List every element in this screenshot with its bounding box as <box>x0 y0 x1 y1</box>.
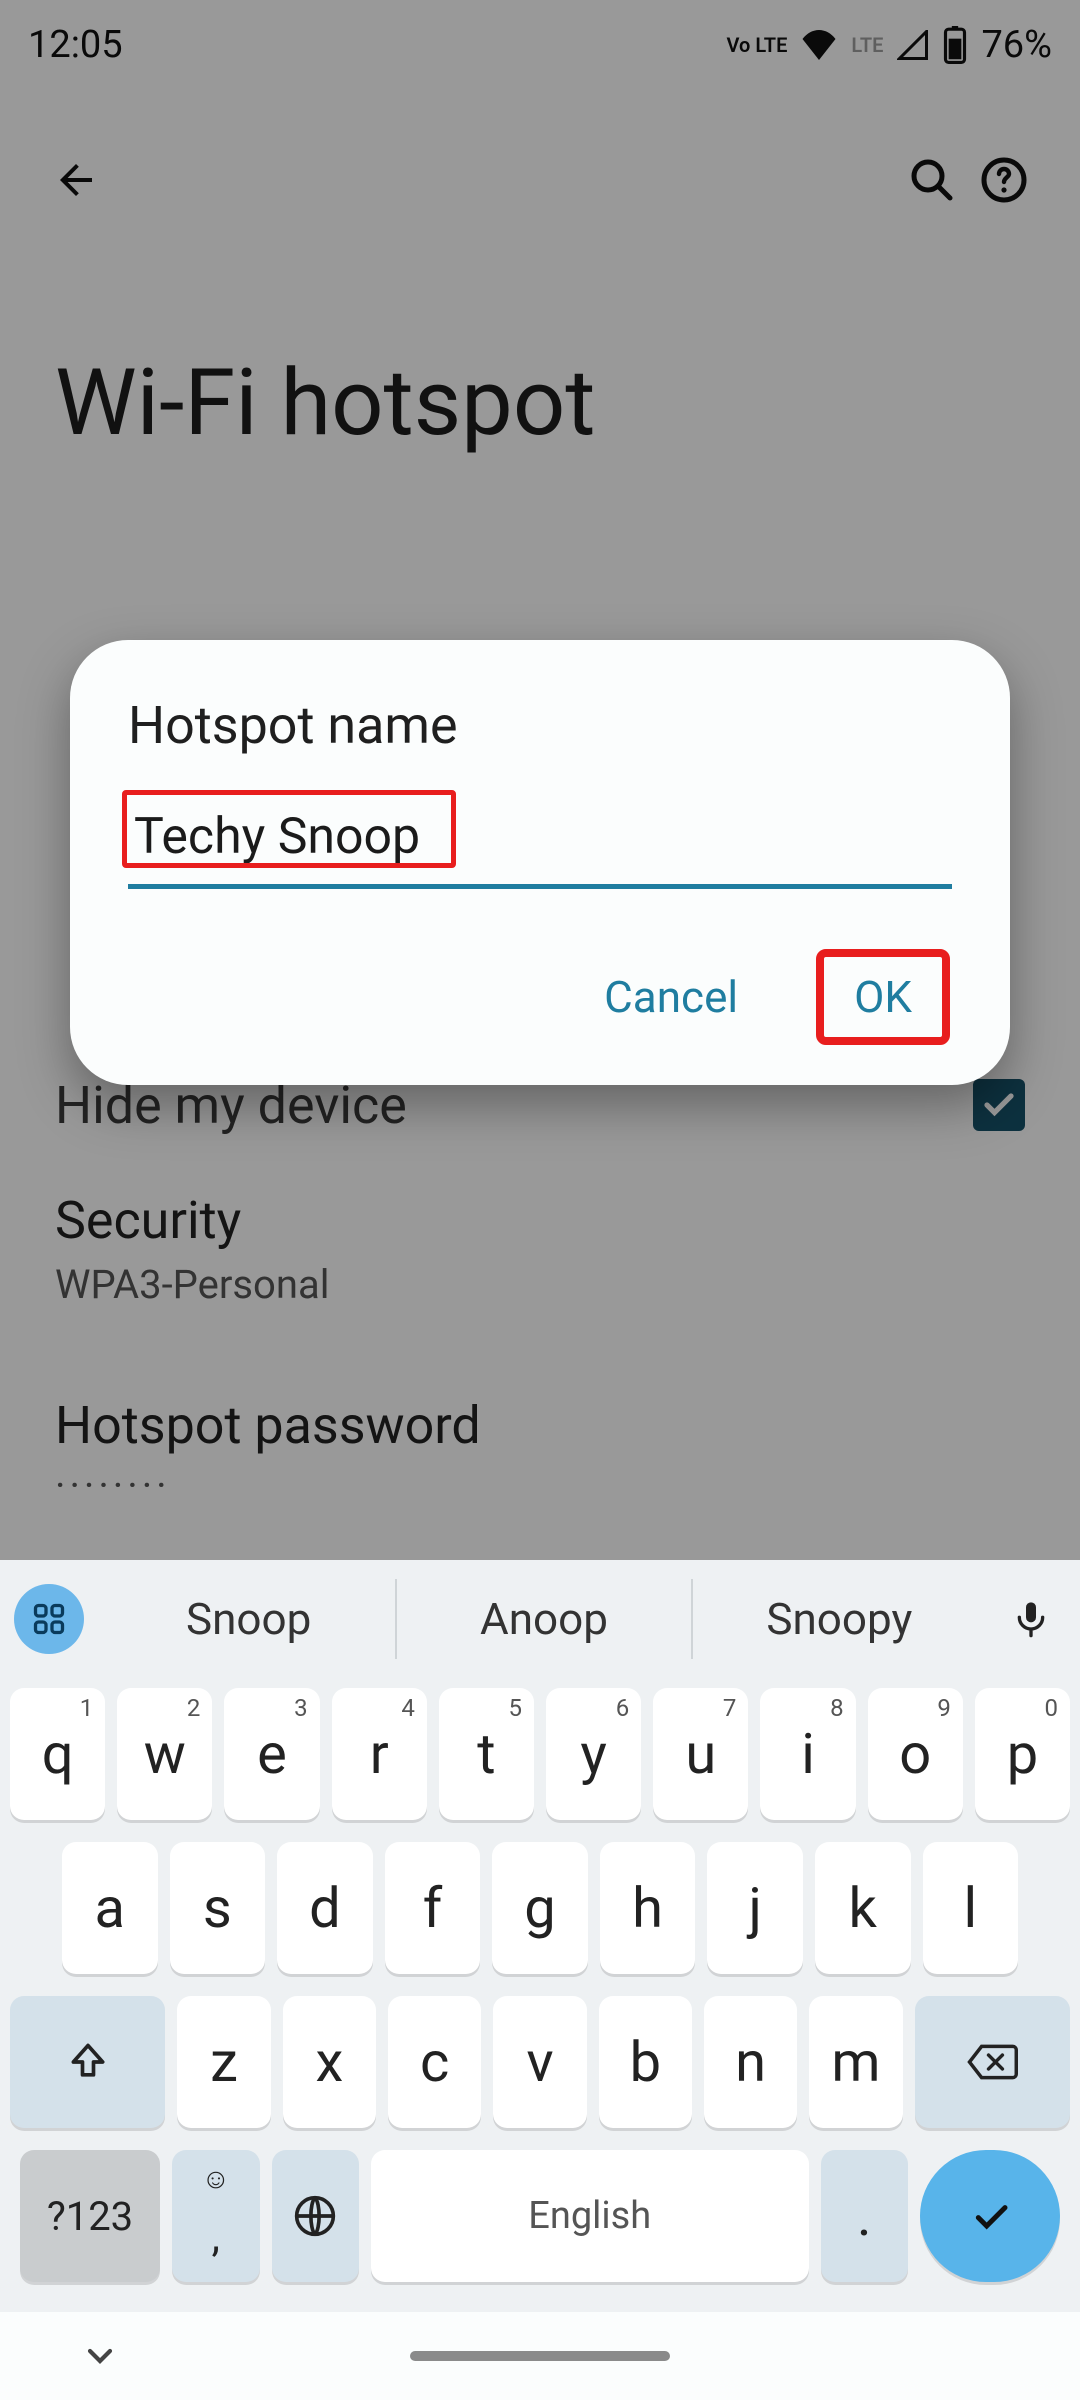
key-p[interactable]: p0 <box>975 1688 1070 1820</box>
key-u[interactable]: u7 <box>653 1688 748 1820</box>
keyboard-toolbar-button[interactable] <box>14 1584 84 1654</box>
voice-input-button[interactable] <box>996 1584 1066 1654</box>
comma-key[interactable]: ☺ , <box>172 2150 260 2282</box>
key-e[interactable]: e3 <box>224 1688 319 1820</box>
keyboard-row-3: zxcvbnm <box>10 1996 1070 2128</box>
key-j[interactable]: j <box>707 1842 803 1974</box>
dialog-title: Hotspot name <box>128 695 960 756</box>
key-l[interactable]: l <box>923 1842 1019 1974</box>
language-key[interactable] <box>272 2150 360 2282</box>
suggestion-2[interactable]: Anoop <box>395 1579 692 1659</box>
key-o[interactable]: o9 <box>868 1688 963 1820</box>
hotspot-name-input[interactable] <box>128 796 952 889</box>
key-a[interactable]: a <box>62 1842 158 1974</box>
key-z[interactable]: z <box>177 1996 270 2128</box>
space-key[interactable]: English <box>371 2150 809 2282</box>
key-i[interactable]: i8 <box>760 1688 855 1820</box>
key-k[interactable]: k <box>815 1842 911 1974</box>
keyboard-row-4: ?123 ☺ , English . <box>10 2150 1070 2300</box>
gesture-handle[interactable] <box>410 2351 670 2361</box>
keyboard-suggestion-bar: Snoop Anoop Snoopy <box>0 1560 1080 1678</box>
key-d[interactable]: d <box>277 1842 373 1974</box>
key-n[interactable]: n <box>704 1996 797 2128</box>
backspace-key[interactable] <box>915 1996 1070 2128</box>
key-q[interactable]: q1 <box>10 1688 105 1820</box>
suggestion-1[interactable]: Snoop <box>102 1579 395 1659</box>
navigation-bar <box>0 2312 1080 2400</box>
key-v[interactable]: v <box>493 1996 586 2128</box>
soft-keyboard: Snoop Anoop Snoopy q1w2e3r4t5y6u7i8o9p0 … <box>0 1560 1080 2400</box>
shift-key[interactable] <box>10 1996 165 2128</box>
symbols-key[interactable]: ?123 <box>20 2150 160 2282</box>
key-f[interactable]: f <box>385 1842 481 1974</box>
period-key[interactable]: . <box>821 2150 909 2282</box>
key-h[interactable]: h <box>600 1842 696 1974</box>
key-s[interactable]: s <box>170 1842 266 1974</box>
cancel-button[interactable]: Cancel <box>576 953 766 1041</box>
enter-key[interactable] <box>920 2150 1060 2282</box>
hotspot-name-dialog: Hotspot name Cancel OK <box>70 640 1010 1085</box>
key-b[interactable]: b <box>599 1996 692 2128</box>
keyboard-collapse-button[interactable] <box>80 2336 120 2376</box>
key-y[interactable]: y6 <box>546 1688 641 1820</box>
key-c[interactable]: c <box>388 1996 481 2128</box>
suggestion-3[interactable]: Snoopy <box>693 1579 986 1659</box>
key-g[interactable]: g <box>492 1842 588 1974</box>
key-x[interactable]: x <box>283 1996 376 2128</box>
keyboard-row-1: q1w2e3r4t5y6u7i8o9p0 <box>10 1688 1070 1820</box>
key-r[interactable]: r4 <box>332 1688 427 1820</box>
key-m[interactable]: m <box>809 1996 902 2128</box>
keyboard-row-2: asdfghjkl <box>10 1842 1070 1974</box>
key-w[interactable]: w2 <box>117 1688 212 1820</box>
key-t[interactable]: t5 <box>439 1688 534 1820</box>
ok-button[interactable]: OK <box>816 949 950 1045</box>
